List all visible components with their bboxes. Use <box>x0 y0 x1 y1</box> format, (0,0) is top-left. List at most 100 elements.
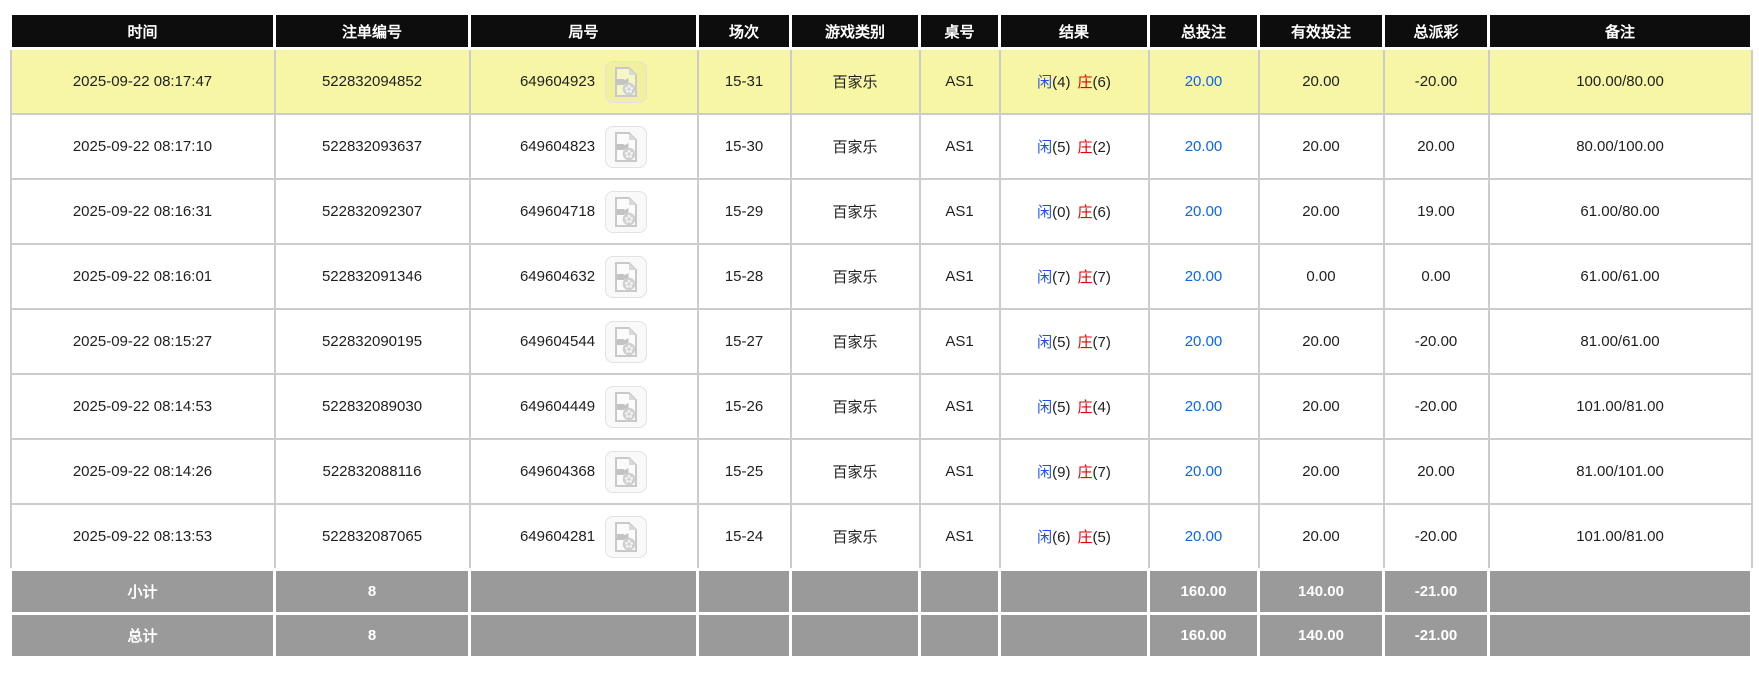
payout-cell: 20.00 <box>1382 113 1490 180</box>
footer-empty-cell <box>789 612 921 659</box>
round-id-cell: 649604823 <box>468 113 699 180</box>
bet-records-page: 时间 注单编号 局号 场次 游戏类别 桌号 结果 总投注 有效投注 总派彩 备注 2025-09-2… <box>0 12 1759 659</box>
total-bet-link[interactable]: 20.00 <box>1185 203 1223 220</box>
remark-cell: 101.00/81.00 <box>1487 503 1753 571</box>
round-id-value: 649604823 <box>519 138 596 155</box>
payout-cell: 20.00 <box>1382 438 1490 505</box>
result-cell: 闲(9) 庄(7) <box>998 438 1150 505</box>
footer-label-cell: 总计 <box>9 612 276 659</box>
banker-score: (6) <box>1092 204 1111 221</box>
video-replay-icon <box>613 66 639 97</box>
valid-bet-cell: 20.00 <box>1257 503 1385 571</box>
game-type-cell: 百家乐 <box>789 438 921 505</box>
table-row: 2025-09-22 08:17:10 522832093637 649604823… <box>9 113 1753 180</box>
col-header-valid-bet: 有效投注 <box>1257 12 1385 50</box>
video-replay-button[interactable] <box>605 255 648 298</box>
time-cell: 2025-09-22 08:16:01 <box>9 243 276 310</box>
video-replay-icon <box>613 261 639 292</box>
banker-score: (7) <box>1092 464 1111 481</box>
player-score: (9) <box>1052 464 1071 481</box>
round-id-value: 649604544 <box>519 333 596 350</box>
video-replay-button[interactable] <box>605 190 648 233</box>
video-replay-button[interactable] <box>605 450 648 493</box>
player-label: 闲 <box>1037 204 1053 221</box>
total-bet-link[interactable]: 20.00 <box>1185 73 1223 90</box>
remark-cell: 101.00/81.00 <box>1487 373 1753 440</box>
footer-remark-cell <box>1487 568 1753 615</box>
footer-empty-cell <box>918 612 1001 659</box>
col-header-bet-id: 注单编号 <box>273 12 471 50</box>
table-row: 2025-09-22 08:14:53 522832089030 649604449… <box>9 373 1753 440</box>
bet-id-cell: 522832089030 <box>273 373 471 440</box>
session-cell: 15-24 <box>696 503 792 571</box>
round-id-value: 649604449 <box>519 398 596 415</box>
total-bet-cell: 20.00 <box>1147 243 1260 310</box>
payout-cell: 0.00 <box>1382 243 1490 310</box>
video-replay-icon <box>613 131 639 162</box>
video-replay-button[interactable] <box>605 320 648 363</box>
table-row: 2025-09-22 08:13:53 522832087065 649604281… <box>9 503 1753 571</box>
player-score: (0) <box>1052 204 1071 221</box>
remark-cell: 81.00/101.00 <box>1487 438 1753 505</box>
result-cell: 闲(0) 庄(6) <box>998 178 1150 245</box>
video-replay-button[interactable] <box>605 125 648 168</box>
total-bet-link[interactable]: 20.00 <box>1185 138 1223 155</box>
video-replay-button[interactable] <box>605 385 648 428</box>
col-header-session: 场次 <box>696 12 792 50</box>
table-row: 2025-09-22 08:14:26 522832088116 649604368… <box>9 438 1753 505</box>
banker-label: 庄 <box>1077 269 1093 286</box>
result-cell: 闲(7) 庄(7) <box>998 243 1150 310</box>
total-bet-cell: 20.00 <box>1147 373 1260 440</box>
round-id-cell: 649604718 <box>468 178 699 245</box>
total-bet-link[interactable]: 20.00 <box>1185 268 1223 285</box>
round-id-value: 649604632 <box>519 268 596 285</box>
round-id-value: 649604923 <box>519 73 596 90</box>
banker-label: 庄 <box>1077 334 1093 351</box>
video-replay-button[interactable] <box>605 515 648 558</box>
round-id-cell: 649604368 <box>468 438 699 505</box>
footer-payout-cell: -21.00 <box>1382 568 1490 615</box>
time-cell: 2025-09-22 08:14:53 <box>9 373 276 440</box>
col-header-table-no: 桌号 <box>918 12 1001 50</box>
video-replay-icon <box>613 521 639 552</box>
banker-label: 庄 <box>1077 139 1093 156</box>
bet-id-cell: 522832091346 <box>273 243 471 310</box>
total-bet-link[interactable]: 20.00 <box>1185 528 1223 545</box>
player-label: 闲 <box>1037 74 1053 91</box>
banker-score: (2) <box>1092 139 1111 156</box>
table-row: 2025-09-22 08:16:01 522832091346 649604632… <box>9 243 1753 310</box>
footer-empty-cell <box>998 568 1150 615</box>
payout-cell: -20.00 <box>1382 373 1490 440</box>
remark-cell: 61.00/61.00 <box>1487 243 1753 310</box>
round-id-cell: 649604449 <box>468 373 699 440</box>
banker-label: 庄 <box>1077 204 1093 221</box>
player-score: (6) <box>1052 529 1071 546</box>
player-label: 闲 <box>1037 334 1053 351</box>
video-replay-button[interactable] <box>605 60 648 103</box>
banker-score: (7) <box>1092 334 1111 351</box>
session-cell: 15-29 <box>696 178 792 245</box>
total-bet-link[interactable]: 20.00 <box>1185 333 1223 350</box>
time-cell: 2025-09-22 08:17:10 <box>9 113 276 180</box>
game-type-cell: 百家乐 <box>789 243 921 310</box>
player-label: 闲 <box>1037 269 1053 286</box>
player-label: 闲 <box>1037 139 1053 156</box>
player-label: 闲 <box>1037 464 1053 481</box>
table-row: 2025-09-22 08:15:27 522832090195 649604544… <box>9 308 1753 375</box>
valid-bet-cell: 20.00 <box>1257 438 1385 505</box>
video-replay-icon <box>613 196 639 227</box>
table-no-cell: AS1 <box>918 178 1001 245</box>
total-bet-link[interactable]: 20.00 <box>1185 463 1223 480</box>
total-bet-link[interactable]: 20.00 <box>1185 398 1223 415</box>
payout-cell: -20.00 <box>1382 47 1490 115</box>
game-type-cell: 百家乐 <box>789 503 921 571</box>
time-cell: 2025-09-22 08:16:31 <box>9 178 276 245</box>
remark-cell: 81.00/61.00 <box>1487 308 1753 375</box>
footer-empty-cell <box>468 568 699 615</box>
footer-empty-cell <box>468 612 699 659</box>
total-bet-cell: 20.00 <box>1147 178 1260 245</box>
time-cell: 2025-09-22 08:14:26 <box>9 438 276 505</box>
bet-id-cell: 522832092307 <box>273 178 471 245</box>
remark-cell: 100.00/80.00 <box>1487 47 1753 115</box>
valid-bet-cell: 20.00 <box>1257 47 1385 115</box>
